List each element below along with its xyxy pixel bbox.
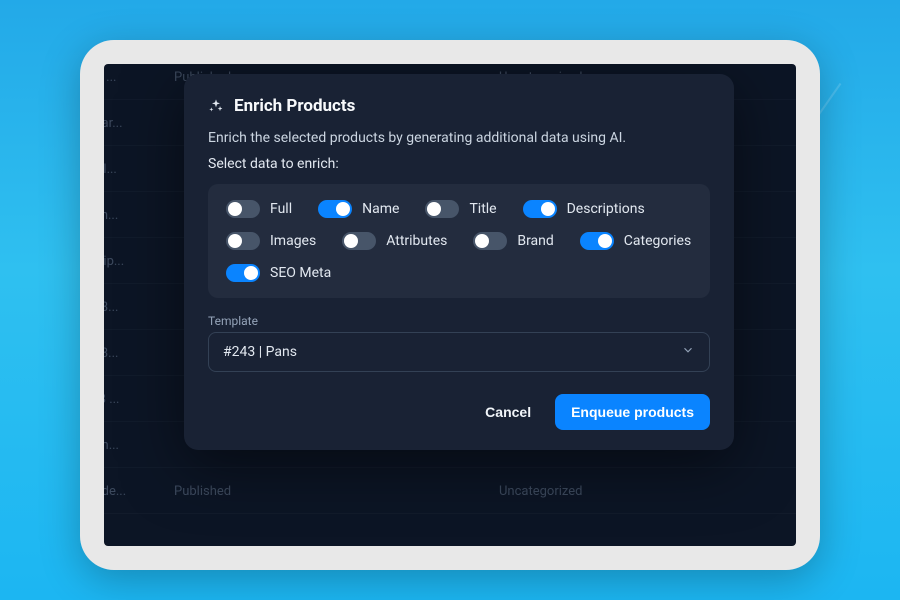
enqueue-button[interactable]: Enqueue products	[555, 394, 710, 430]
template-field-label: Template	[208, 314, 710, 328]
toggle-images[interactable]: Images	[226, 232, 316, 250]
cell-name: n Lip...	[104, 254, 156, 269]
toggle-label: Images	[270, 233, 316, 249]
cell-status: Published	[174, 484, 231, 499]
toggle-label: Title	[469, 201, 496, 217]
cell-name: Boar...	[104, 116, 156, 131]
toggle-switch[interactable]	[226, 264, 260, 282]
cell-name: rd 3...	[104, 300, 156, 315]
toggle-switch[interactable]	[473, 232, 507, 250]
cell-name: ittin...	[104, 208, 156, 223]
toggle-full[interactable]: Full	[226, 200, 292, 218]
toggle-name[interactable]: Name	[318, 200, 399, 218]
toggle-descriptions[interactable]: Descriptions	[523, 200, 645, 218]
toggle-switch[interactable]	[523, 200, 557, 218]
toggle-brand[interactable]: Brand	[473, 232, 553, 250]
chevron-down-icon	[681, 343, 695, 361]
toggle-switch[interactable]	[425, 200, 459, 218]
toggle-attributes[interactable]: Attributes	[342, 232, 447, 250]
template-select-value: #243 | Pans	[223, 344, 297, 360]
modal-subhead: Select data to enrich:	[208, 156, 710, 172]
toggle-switch[interactable]	[226, 232, 260, 250]
enrich-products-modal: Enrich Products Enrich the selected prod…	[184, 74, 734, 450]
toggle-label: Brand	[517, 233, 553, 249]
cell-name: 8/8 ...	[104, 392, 156, 407]
table-row: Unde... Published Uncategorized	[104, 470, 796, 514]
toggle-seo-meta[interactable]: SEO Meta	[226, 264, 331, 282]
cell-name: rd 3...	[104, 346, 156, 361]
toggle-switch[interactable]	[226, 200, 260, 218]
sparkle-icon	[208, 98, 224, 114]
cancel-button[interactable]: Cancel	[473, 396, 543, 428]
toggle-switch[interactable]	[318, 200, 352, 218]
toggle-label: Full	[270, 201, 292, 217]
cell-name: ainl...	[104, 162, 156, 177]
toggle-label: SEO Meta	[270, 265, 331, 281]
template-select[interactable]: #243 | Pans	[208, 332, 710, 372]
cell-name: eel ...	[104, 70, 156, 85]
toggle-group: Full Name Title Descriptions Images Attribute…	[208, 184, 710, 298]
tablet-frame: eel ... Published Uncategorized Boar... ainl…	[80, 40, 820, 570]
modal-description: Enrich the selected products by generati…	[208, 130, 710, 146]
toggle-categories[interactable]: Categories	[580, 232, 691, 250]
toggle-switch[interactable]	[580, 232, 614, 250]
modal-title: Enrich Products	[234, 96, 355, 116]
cell-name: Unde...	[104, 484, 156, 499]
toggle-switch[interactable]	[342, 232, 376, 250]
toggle-label: Name	[362, 201, 399, 217]
toggle-title[interactable]: Title	[425, 200, 496, 218]
cell-category: Uncategorized	[499, 484, 582, 499]
cell-name: erm...	[104, 438, 156, 453]
toggle-label: Attributes	[386, 233, 447, 249]
toggle-label: Descriptions	[567, 201, 645, 217]
toggle-label: Categories	[624, 233, 691, 249]
screen: eel ... Published Uncategorized Boar... ainl…	[104, 64, 796, 546]
